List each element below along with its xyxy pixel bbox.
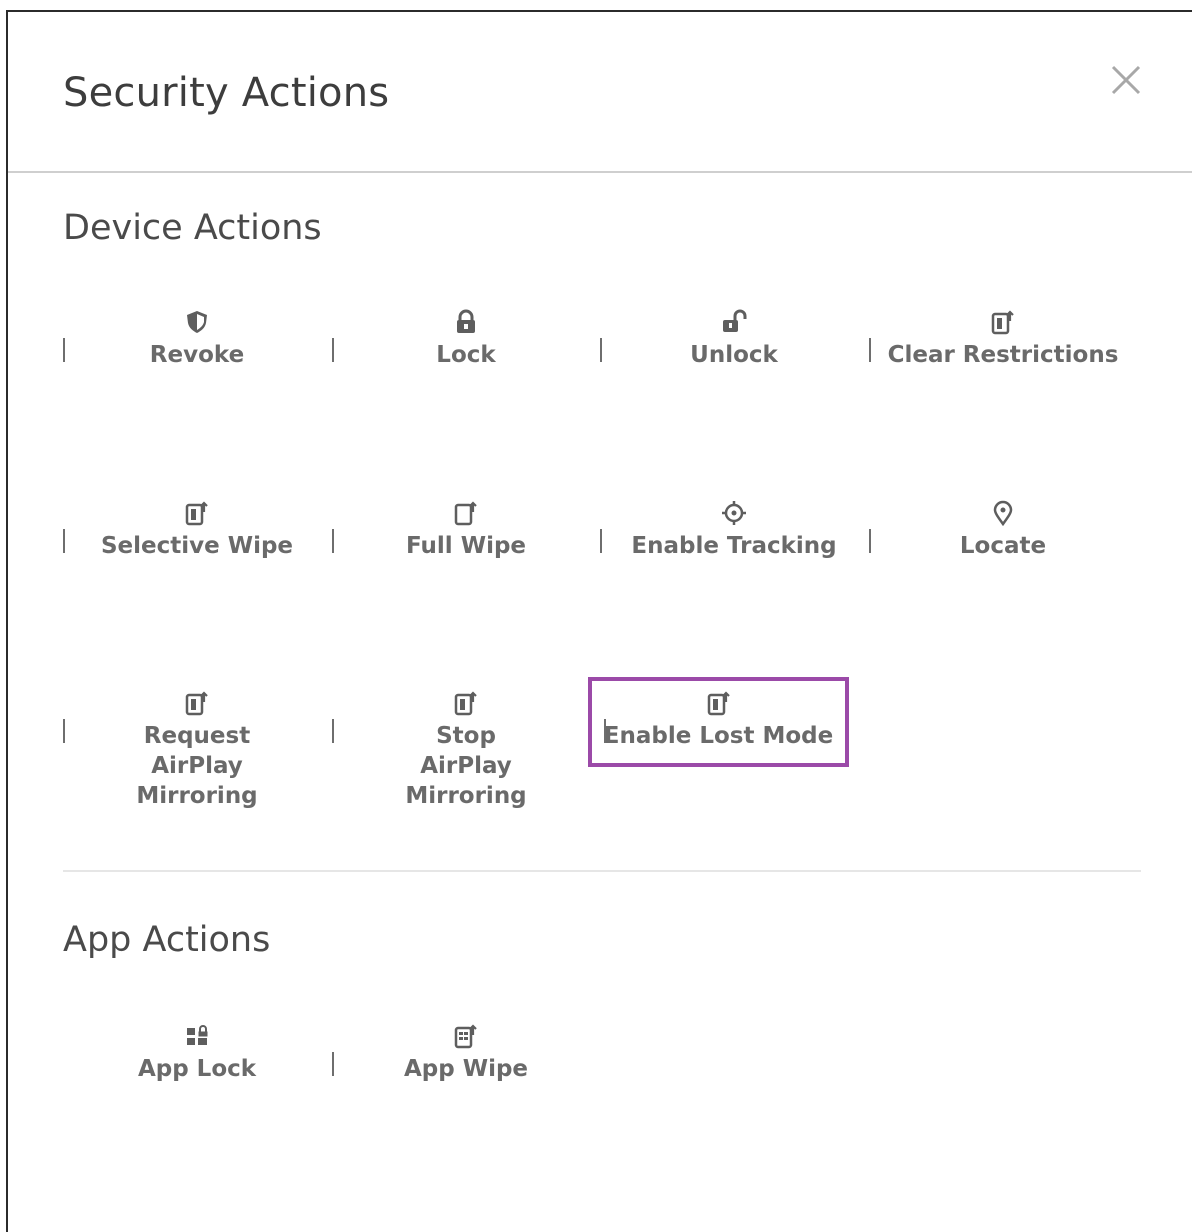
action-label: Enable Tracking [631, 533, 837, 559]
selective-wipe-action[interactable]: Selective Wipe [63, 499, 331, 599]
enable-tracking-action[interactable]: Enable Tracking [600, 499, 868, 599]
unlock-icon [719, 308, 749, 336]
clear-restrictions-action[interactable]: Clear Restrictions [869, 308, 1137, 408]
device-arrow-icon [704, 689, 734, 717]
app-wipe-action[interactable]: App Wipe [332, 1022, 600, 1122]
request-airplay-mirroring-action[interactable]: Request AirPlay Mirroring [63, 689, 331, 809]
section-divider [63, 870, 1141, 872]
app-grid-lock-icon [182, 1022, 212, 1050]
location-pin-icon [988, 499, 1018, 527]
device-arrow-icon [182, 689, 212, 717]
device-arrow-icon [182, 499, 212, 527]
device-outline-arrow-icon [451, 499, 481, 527]
action-label: Selective Wipe [100, 533, 294, 559]
security-actions-dialog: Security Actions Device Actions Revoke L… [6, 10, 1192, 1232]
action-label: Request AirPlay Mirroring [136, 723, 258, 809]
unlock-action[interactable]: Unlock [600, 308, 868, 408]
action-label: Revoke [149, 342, 245, 368]
action-label: Locate [959, 533, 1047, 559]
action-label: Lock [436, 342, 496, 368]
locate-action[interactable]: Locate [869, 499, 1137, 599]
app-lock-action[interactable]: App Lock [63, 1022, 331, 1122]
device-actions-heading: Device Actions [63, 208, 322, 248]
action-label: Full Wipe [405, 533, 527, 559]
app-wipe-icon [451, 1022, 481, 1050]
device-arrow-icon [988, 308, 1018, 336]
action-label: Enable Lost Mode [603, 723, 834, 749]
lock-action[interactable]: Lock [332, 308, 600, 408]
app-actions-heading: App Actions [63, 920, 271, 960]
header-divider [8, 171, 1192, 173]
action-label: App Lock [137, 1056, 257, 1082]
action-label: Clear Restrictions [887, 342, 1119, 368]
close-icon[interactable] [1108, 62, 1144, 98]
stop-airplay-mirroring-action[interactable]: Stop AirPlay Mirroring [332, 689, 600, 809]
action-label: Stop AirPlay Mirroring [405, 723, 527, 809]
device-arrow-icon [451, 689, 481, 717]
enable-lost-mode-action[interactable]: Enable Lost Mode [588, 677, 849, 767]
dialog-title: Security Actions [63, 70, 390, 116]
action-label: App Wipe [403, 1056, 529, 1082]
action-label: Unlock [690, 342, 778, 368]
full-wipe-action[interactable]: Full Wipe [332, 499, 600, 599]
crosshair-icon [719, 499, 749, 527]
shield-icon [182, 308, 212, 336]
revoke-action[interactable]: Revoke [63, 308, 331, 408]
lock-icon [451, 308, 481, 336]
